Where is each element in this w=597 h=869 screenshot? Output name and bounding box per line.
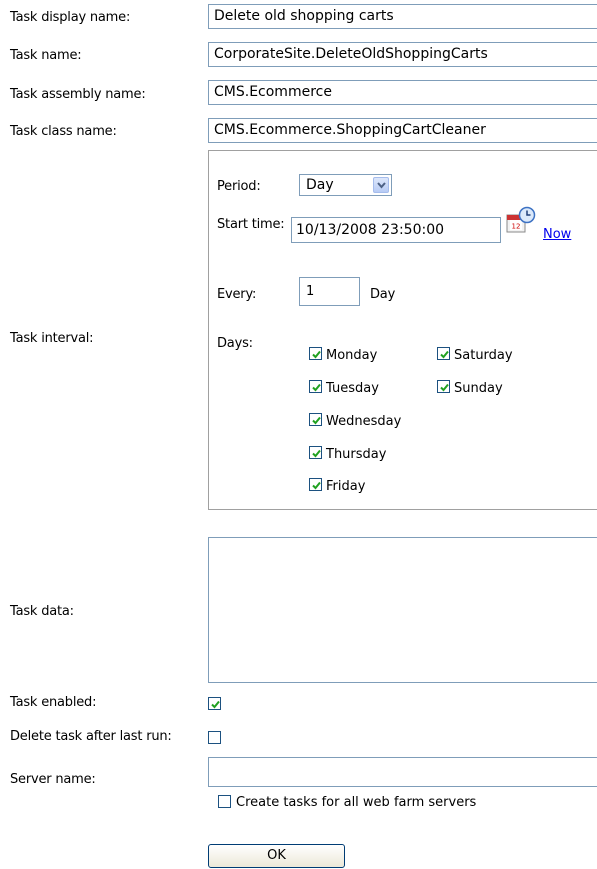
checkbox-tuesday[interactable]	[309, 380, 322, 393]
delete-after-last-run-checkbox[interactable]	[208, 731, 221, 744]
server-name-input[interactable]	[208, 757, 597, 787]
period-select[interactable]: Day	[299, 174, 392, 196]
task-display-name-input[interactable]: Delete old shopping carts	[208, 4, 597, 29]
every-input[interactable]: 1	[299, 277, 360, 306]
every-label: Every:	[217, 287, 257, 302]
day-label-saturday: Saturday	[454, 348, 513, 363]
checkbox-saturday[interactable]	[437, 347, 450, 360]
day-label-tuesday: Tuesday	[326, 381, 379, 396]
now-link[interactable]: Now	[543, 227, 571, 242]
calendar-icon[interactable]: 12	[505, 206, 537, 240]
day-label-monday: Monday	[326, 348, 378, 363]
period-value: Day	[306, 177, 334, 193]
task-enabled-label: Task enabled:	[10, 695, 97, 710]
task-name-input[interactable]: CorporateSite.DeleteOldShoppingCarts	[208, 42, 597, 67]
task-interval-panel: Period: Day Start time: 10/13/2008 23:50…	[208, 150, 597, 510]
day-label-wednesday: Wednesday	[326, 414, 402, 429]
task-assembly-name-input[interactable]: CMS.Ecommerce	[208, 80, 597, 105]
task-class-name-input[interactable]: CMS.Ecommerce.ShoppingCartCleaner	[208, 118, 597, 143]
task-name-label: Task name:	[10, 48, 82, 63]
svg-text:12: 12	[512, 223, 521, 231]
day-label-sunday: Sunday	[454, 381, 503, 396]
web-farm-label: Create tasks for all web farm servers	[236, 795, 477, 810]
day-label-thursday: Thursday	[326, 447, 387, 462]
every-unit: Day	[370, 287, 396, 302]
checkbox-sunday[interactable]	[437, 380, 450, 393]
start-time-input[interactable]: 10/13/2008 23:50:00	[291, 217, 501, 243]
task-enabled-checkbox[interactable]	[208, 697, 221, 710]
task-interval-label: Task interval:	[10, 331, 94, 346]
checkbox-wednesday[interactable]	[309, 413, 322, 426]
checkbox-thursday[interactable]	[309, 446, 322, 459]
task-display-name-label: Task display name:	[10, 10, 131, 25]
task-data-textarea[interactable]	[208, 537, 597, 683]
task-assembly-name-label: Task assembly name:	[10, 87, 146, 102]
task-data-label: Task data:	[10, 604, 74, 619]
task-class-name-label: Task class name:	[10, 124, 117, 139]
delete-after-last-run-label: Delete task after last run:	[10, 729, 172, 744]
web-farm-checkbox[interactable]	[218, 795, 231, 808]
ok-button[interactable]: OK	[208, 844, 345, 868]
checkbox-monday[interactable]	[309, 347, 322, 360]
server-name-label: Server name:	[10, 772, 96, 787]
period-label: Period:	[217, 179, 261, 194]
checkbox-friday[interactable]	[309, 478, 322, 491]
start-time-label: Start time:	[217, 217, 285, 232]
chevron-down-icon[interactable]	[373, 177, 389, 193]
days-label: Days:	[217, 336, 253, 351]
day-label-friday: Friday	[326, 479, 366, 494]
